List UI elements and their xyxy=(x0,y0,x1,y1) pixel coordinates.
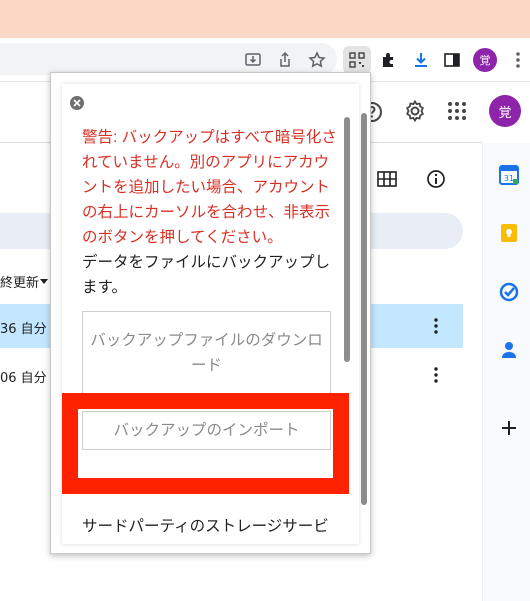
apps-grid-icon[interactable] xyxy=(446,100,468,126)
third-party-storage-text: サードパーティのストレージサービ xyxy=(82,518,329,535)
popup-outer-scrollbar[interactable] xyxy=(361,113,367,505)
side-panel: 31 xyxy=(482,143,530,601)
qr-extension-icon[interactable] xyxy=(343,46,371,74)
encryption-warning: 警告: バックアップはすべて暗号化されていません。別のアプリにアカウントを追加し… xyxy=(82,129,337,246)
calendar-icon[interactable]: 31 xyxy=(499,165,519,185)
share-icon[interactable] xyxy=(273,48,297,72)
backup-description: データをファイルにバックアップします。 xyxy=(82,254,331,296)
file-row-owner: 36 自分 xyxy=(0,322,47,337)
sort-last-modified[interactable]: 終更新 xyxy=(0,272,39,291)
grid-view-icon[interactable] xyxy=(377,171,397,191)
row-more-icon[interactable] xyxy=(430,316,442,336)
file-row-owner: 06 自分 xyxy=(0,371,47,386)
svg-text:31: 31 xyxy=(504,174,514,183)
close-icon[interactable] xyxy=(70,96,84,110)
tasks-icon[interactable] xyxy=(499,282,519,302)
install-app-icon[interactable] xyxy=(241,48,265,72)
row-more-icon[interactable] xyxy=(430,365,442,385)
side-panel-icon[interactable] xyxy=(440,48,464,72)
bookmark-star-icon[interactable] xyxy=(305,48,329,72)
extensions-puzzle-icon[interactable] xyxy=(377,48,401,72)
add-icon[interactable] xyxy=(499,418,519,438)
profile-avatar[interactable]: 覚 xyxy=(473,48,497,72)
sort-dropdown-arrow-icon[interactable] xyxy=(40,279,48,284)
browser-menu-icon[interactable] xyxy=(511,48,525,72)
account-avatar[interactable]: 覚 xyxy=(489,95,521,127)
contacts-icon[interactable] xyxy=(499,340,519,360)
settings-gear-icon[interactable] xyxy=(403,99,427,127)
downloads-icon[interactable] xyxy=(409,48,433,72)
keep-icon[interactable] xyxy=(499,223,519,243)
details-info-icon[interactable] xyxy=(426,169,446,193)
browser-titlebar xyxy=(0,0,530,38)
popup-scrollbar[interactable] xyxy=(344,117,350,362)
import-highlight-box xyxy=(62,393,349,494)
